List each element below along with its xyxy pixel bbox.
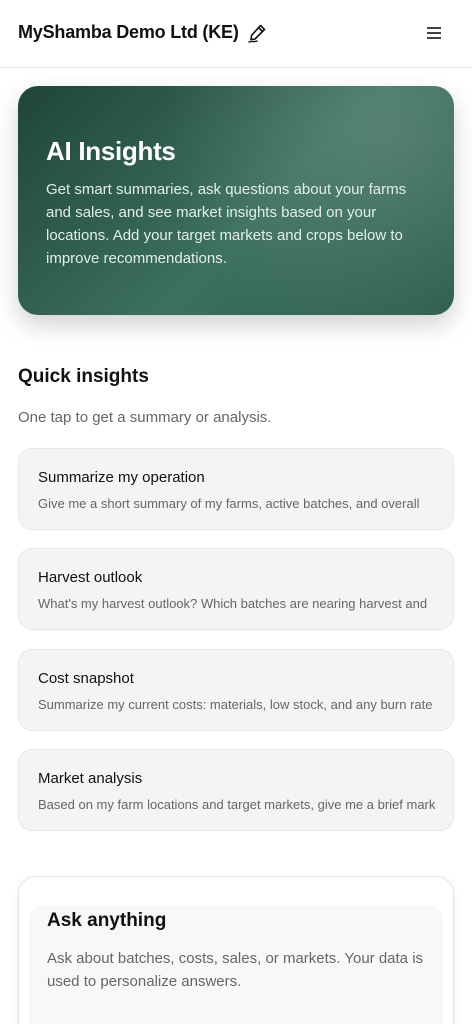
quick-insights-subtitle: One tap to get a summary or analysis.	[18, 409, 272, 426]
ask-anything-title: Ask anything	[47, 910, 167, 931]
edit-pen-icon[interactable]	[246, 22, 268, 44]
quick-insight-title: Market analysis	[38, 770, 143, 787]
quick-insight-description: Give me a short summary of my farms, act…	[38, 496, 420, 511]
ask-anything-description: Ask about batches, costs, sales, or mark…	[47, 950, 424, 990]
organization-name: MyShamba Demo Ltd (KE)	[18, 22, 239, 42]
hamburger-menu-icon[interactable]	[422, 22, 446, 44]
quick-insight-harvest-outlook[interactable]: Harvest outlook What's my harvest outloo…	[18, 548, 454, 630]
quick-insights-title: Quick insights	[18, 366, 149, 387]
quick-insight-market-analysis[interactable]: Market analysis Based on my farm locatio…	[18, 749, 454, 831]
quick-insight-title: Cost snapshot	[38, 670, 134, 687]
ai-insights-hero: AI Insights Get smart summaries, ask que…	[18, 86, 454, 315]
app-header: MyShamba Demo Ltd (KE)	[0, 0, 472, 68]
quick-insight-summarize-operation[interactable]: Summarize my operation Give me a short s…	[18, 448, 454, 530]
quick-insight-description: What's my harvest outlook? Which batches…	[38, 596, 428, 611]
ask-anything-card: Ask anything Ask about batches, costs, s…	[18, 876, 454, 1024]
quick-insight-title: Harvest outlook	[38, 569, 143, 586]
hero-title: AI Insights	[46, 136, 176, 166]
hero-description: Get smart summaries, ask questions about…	[46, 181, 407, 267]
quick-insight-title: Summarize my operation	[38, 469, 205, 486]
quick-insight-cost-snapshot[interactable]: Cost snapshot Summarize my current costs…	[18, 649, 454, 731]
quick-insight-description: Summarize my current costs: materials, l…	[38, 697, 433, 712]
quick-insight-description: Based on my farm locations and target ma…	[38, 797, 436, 812]
